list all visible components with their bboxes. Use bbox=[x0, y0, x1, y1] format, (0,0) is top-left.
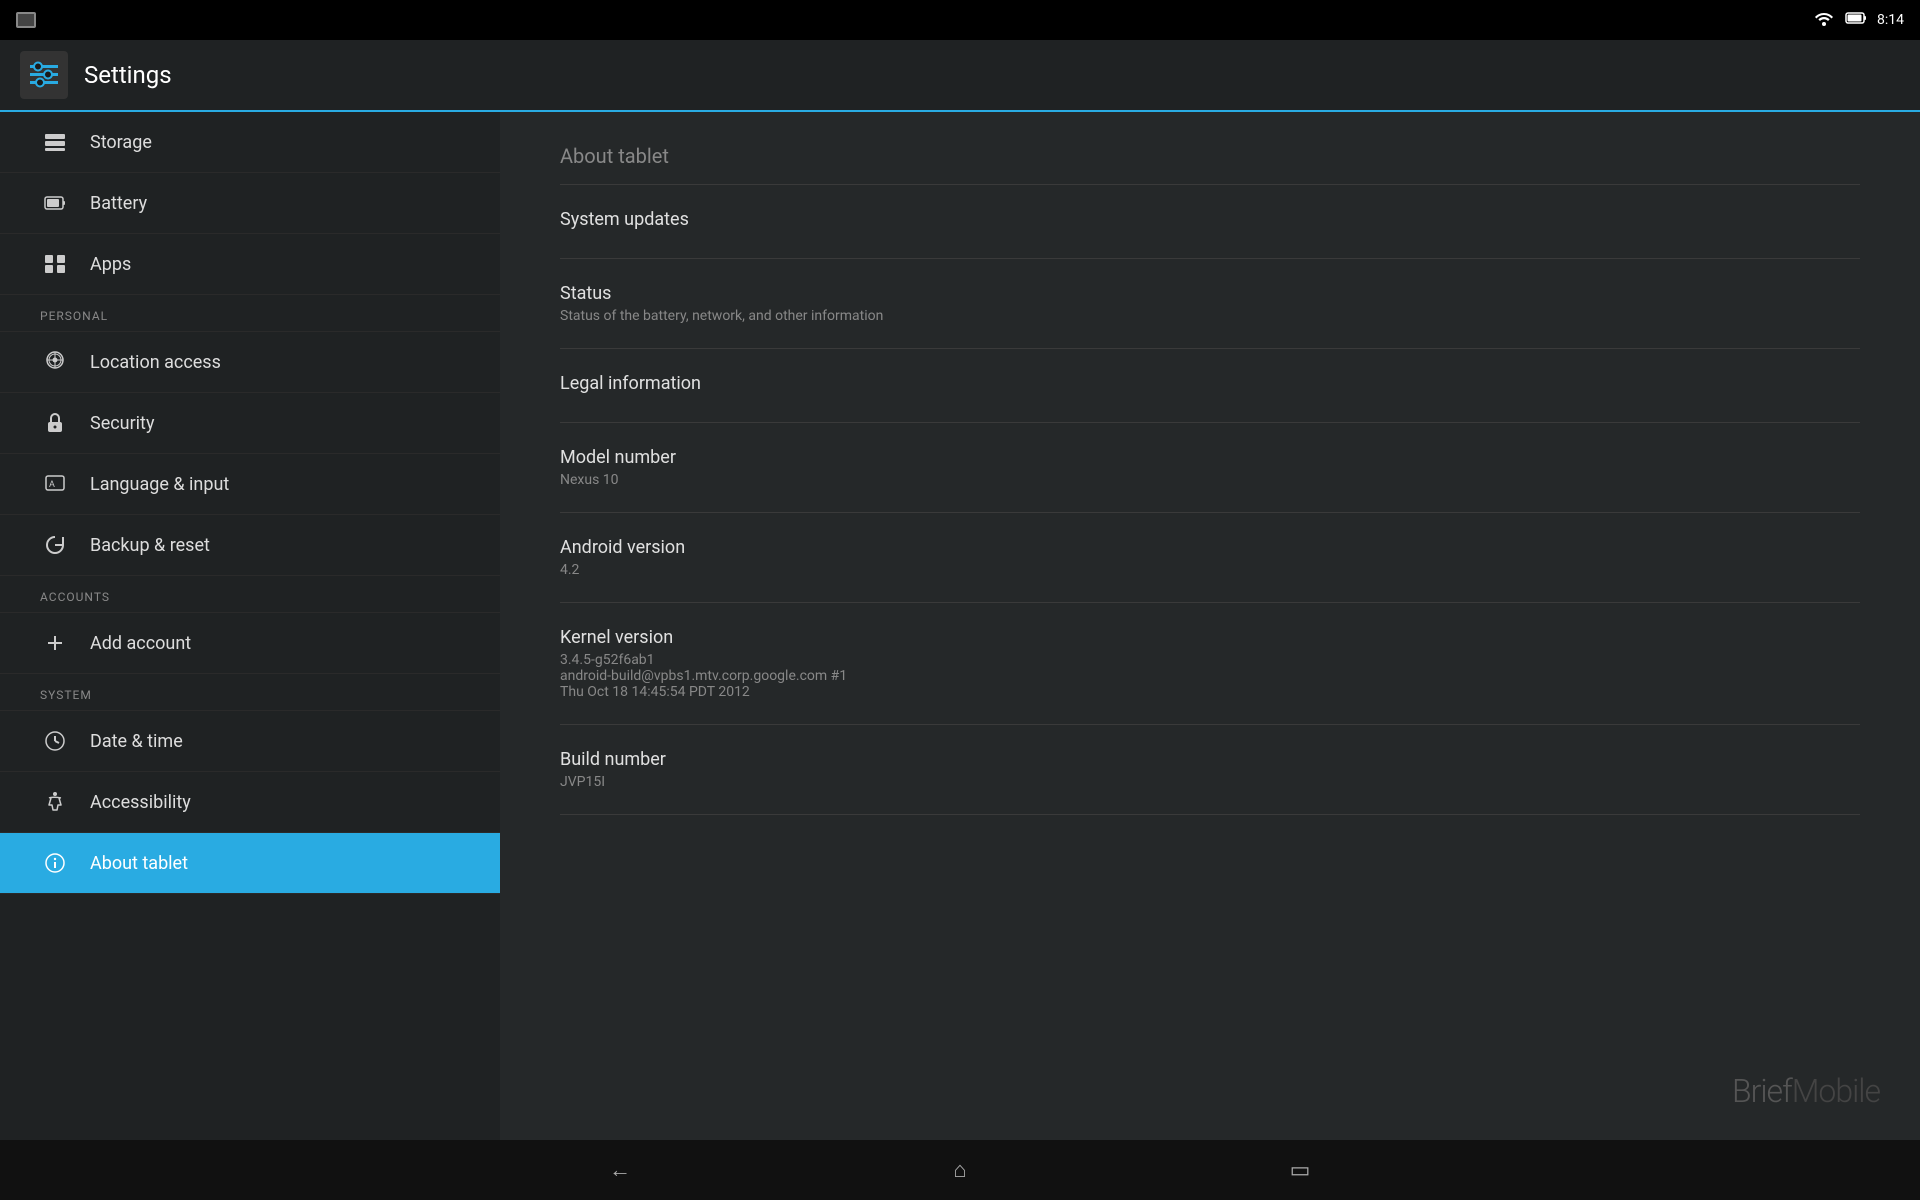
sidebar-item-addaccount[interactable]: Add account bbox=[0, 613, 500, 674]
content-item-androidversion: Android version 4.2 bbox=[560, 513, 1860, 603]
sidebar-label-apps: Apps bbox=[90, 254, 131, 275]
about-icon bbox=[40, 851, 70, 875]
nav-bar: ← ⌂ ▭ bbox=[0, 1140, 1920, 1200]
sidebar-label-addaccount: Add account bbox=[90, 633, 191, 654]
status-bar: 8:14 bbox=[0, 0, 1920, 40]
section-header-system: SYSTEM bbox=[0, 674, 500, 711]
title-bar: Settings bbox=[0, 40, 1920, 112]
item-title-modelnumber: Model number bbox=[560, 447, 1860, 468]
back-button[interactable]: ← bbox=[600, 1150, 640, 1190]
recents-button[interactable]: ▭ bbox=[1280, 1150, 1320, 1190]
content-item-systemupdates[interactable]: System updates bbox=[560, 185, 1860, 259]
watermark-mobile: Mobile bbox=[1792, 1072, 1880, 1110]
sidebar-label-datetime: Date & time bbox=[90, 731, 183, 752]
sidebar-item-battery[interactable]: Battery bbox=[0, 173, 500, 234]
sidebar-item-datetime[interactable]: Date & time bbox=[0, 711, 500, 772]
settings-app-icon bbox=[20, 51, 68, 99]
content-item-buildnumber: Build number JVP15I bbox=[560, 725, 1860, 815]
sidebar-item-apps[interactable]: Apps bbox=[0, 234, 500, 295]
accessibility-icon bbox=[40, 790, 70, 814]
apps-icon bbox=[40, 252, 70, 276]
sidebar-label-location: Location access bbox=[90, 352, 221, 373]
sidebar-item-about[interactable]: About tablet bbox=[0, 833, 500, 894]
home-button[interactable]: ⌂ bbox=[940, 1150, 980, 1190]
time-display: 8:14 bbox=[1877, 12, 1904, 28]
datetime-icon bbox=[40, 729, 70, 753]
language-icon: A bbox=[40, 472, 70, 496]
content-item-kernelversion: Kernel version 3.4.5-g52f6ab1 android-bu… bbox=[560, 603, 1860, 725]
sidebar-label-backup: Backup & reset bbox=[90, 535, 210, 556]
content-item-status[interactable]: Status Status of the battery, network, a… bbox=[560, 259, 1860, 349]
sidebar-item-accessibility[interactable]: Accessibility bbox=[0, 772, 500, 833]
sidebar-item-language[interactable]: A Language & input bbox=[0, 454, 500, 515]
content-item-legalinfo[interactable]: Legal information bbox=[560, 349, 1860, 423]
watermark-brief: Brief bbox=[1732, 1072, 1792, 1110]
page-title: Settings bbox=[84, 61, 172, 89]
item-title-buildnumber: Build number bbox=[560, 749, 1860, 770]
section-header-accounts: ACCOUNTS bbox=[0, 576, 500, 613]
sidebar-label-about: About tablet bbox=[90, 853, 188, 874]
sidebar-label-security: Security bbox=[90, 413, 154, 434]
watermark: BriefMobile bbox=[1732, 1072, 1880, 1110]
item-subtitle-modelnumber: Nexus 10 bbox=[560, 472, 1860, 488]
storage-icon bbox=[40, 130, 70, 154]
item-title-kernelversion: Kernel version bbox=[560, 627, 1860, 648]
content-item-modelnumber: Model number Nexus 10 bbox=[560, 423, 1860, 513]
location-icon bbox=[40, 350, 70, 374]
item-title-legalinfo: Legal information bbox=[560, 373, 1860, 394]
add-account-icon bbox=[40, 631, 70, 655]
item-title-status: Status bbox=[560, 283, 1860, 304]
sidebar-item-security[interactable]: Security bbox=[0, 393, 500, 454]
sidebar: Storage Battery bbox=[0, 112, 500, 1140]
sidebar-item-storage[interactable]: Storage bbox=[0, 112, 500, 173]
sidebar-label-storage: Storage bbox=[90, 132, 152, 153]
main-layout: Storage Battery bbox=[0, 112, 1920, 1140]
content-panel: About tablet System updates Status Statu… bbox=[500, 112, 1920, 1140]
battery-icon bbox=[40, 191, 70, 215]
wifi-icon bbox=[1813, 10, 1835, 30]
sidebar-item-backup[interactable]: Backup & reset bbox=[0, 515, 500, 576]
backup-icon bbox=[40, 533, 70, 557]
item-title-androidversion: Android version bbox=[560, 537, 1860, 558]
sidebar-label-battery: Battery bbox=[90, 193, 147, 214]
sidebar-item-location[interactable]: Location access bbox=[0, 332, 500, 393]
sidebar-label-accessibility: Accessibility bbox=[90, 792, 191, 813]
battery-status-icon bbox=[1845, 10, 1867, 30]
section-header-personal: PERSONAL bbox=[0, 295, 500, 332]
item-title-systemupdates: System updates bbox=[560, 209, 1860, 230]
svg-text:A: A bbox=[49, 480, 55, 490]
item-subtitle-status: Status of the battery, network, and othe… bbox=[560, 308, 1860, 324]
item-subtitle-androidversion: 4.2 bbox=[560, 562, 1860, 578]
content-title: About tablet bbox=[560, 112, 1860, 184]
security-icon bbox=[40, 411, 70, 435]
screenshot-icon bbox=[16, 12, 36, 28]
item-subtitle-kernelversion: 3.4.5-g52f6ab1 android-build@vpbs1.mtv.c… bbox=[560, 652, 1860, 700]
sidebar-label-language: Language & input bbox=[90, 474, 229, 495]
item-subtitle-buildnumber: JVP15I bbox=[560, 774, 1860, 790]
